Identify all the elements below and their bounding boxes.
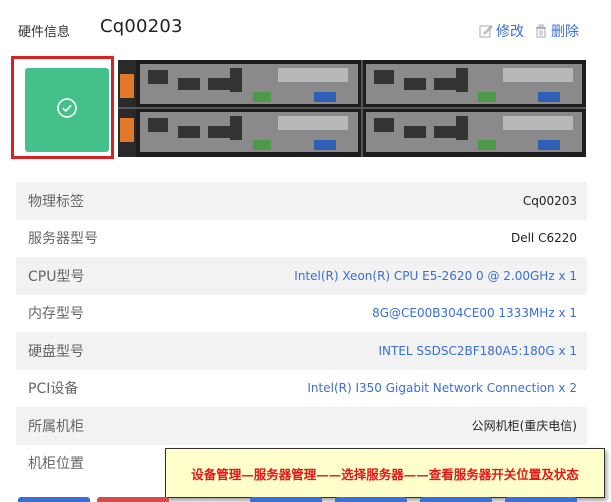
bottom-button-6[interactable] [505,497,577,502]
delete-button[interactable]: 删除 [534,21,579,41]
edit-label: 修改 [496,24,524,40]
info-row: 所属机柜 公网机柜(重庆电信) [16,407,587,445]
info-key: PCI设备 [28,381,79,398]
info-key: 内存型号 [28,306,84,323]
info-value[interactable]: Intel(R) I350 Gigabit Network Connection… [307,381,577,395]
edit-icon [479,24,493,38]
info-row: CPU型号 Intel(R) Xeon(R) CPU E5-2620 0 @ 2.… [16,257,587,295]
bottom-buttons-strip [0,497,611,502]
info-value: Cq00203 [522,193,577,208]
check-circle-icon [56,97,78,123]
info-row: 物理标签 Cq00203 [16,182,587,220]
info-key: 硬盘型号 [28,343,84,360]
info-row: 内存型号 8G@CE00B304CE00 1333MHz x 1 [16,294,587,332]
info-key: CPU型号 [28,268,85,285]
bottom-button-1[interactable] [18,497,90,502]
info-value: 公网机柜(重庆电信) [471,419,577,434]
info-value[interactable]: INTEL SSDSC2BF180A5:180G x 1 [378,344,577,358]
header-actions: 修改 删除 [473,21,579,41]
info-value[interactable]: Intel(R) Xeon(R) CPU E5-2620 0 @ 2.00GHz… [294,269,577,283]
banner-text: 设备管理—服务器管理——选择服务器——查看服务器开关位置及状态 [191,466,579,482]
server-status-indicator[interactable] [25,68,109,152]
server-id-title: Cq00203 [100,16,183,37]
edit-button[interactable]: 修改 [479,21,524,41]
instruction-banner: 设备管理—服务器管理——选择服务器——查看服务器开关位置及状态 [165,448,605,498]
section-label: 硬件信息 [18,25,71,40]
info-key: 机柜位置 [28,456,84,473]
info-value[interactable]: 8G@CE00B304CE00 1333MHz x 1 [372,306,577,320]
bottom-button-5[interactable] [420,497,492,502]
info-key: 物理标签 [28,193,84,210]
info-row: 硬盘型号 INTEL SSDSC2BF180A5:180G x 1 [16,332,587,370]
info-row: 服务器型号 Dell C6220 [16,219,587,257]
hardware-info-table: 物理标签 Cq00203 服务器型号 Dell C6220 CPU型号 Intel(R) … [16,182,587,482]
trash-icon [534,24,548,38]
bottom-button-4[interactable] [335,497,407,502]
bottom-button-3[interactable] [250,497,322,502]
info-value: Dell C6220 [510,231,577,246]
hardware-info-header: 硬件信息 Cq00203 修改 删除 [0,0,611,56]
info-key: 所属机柜 [28,418,84,435]
delete-label: 删除 [551,24,579,40]
info-row: PCI设备 Intel(R) I350 Gigabit Network Conne… [16,369,587,407]
info-key: 服务器型号 [28,231,98,248]
server-image [118,60,586,157]
bottom-button-2[interactable] [97,497,169,502]
